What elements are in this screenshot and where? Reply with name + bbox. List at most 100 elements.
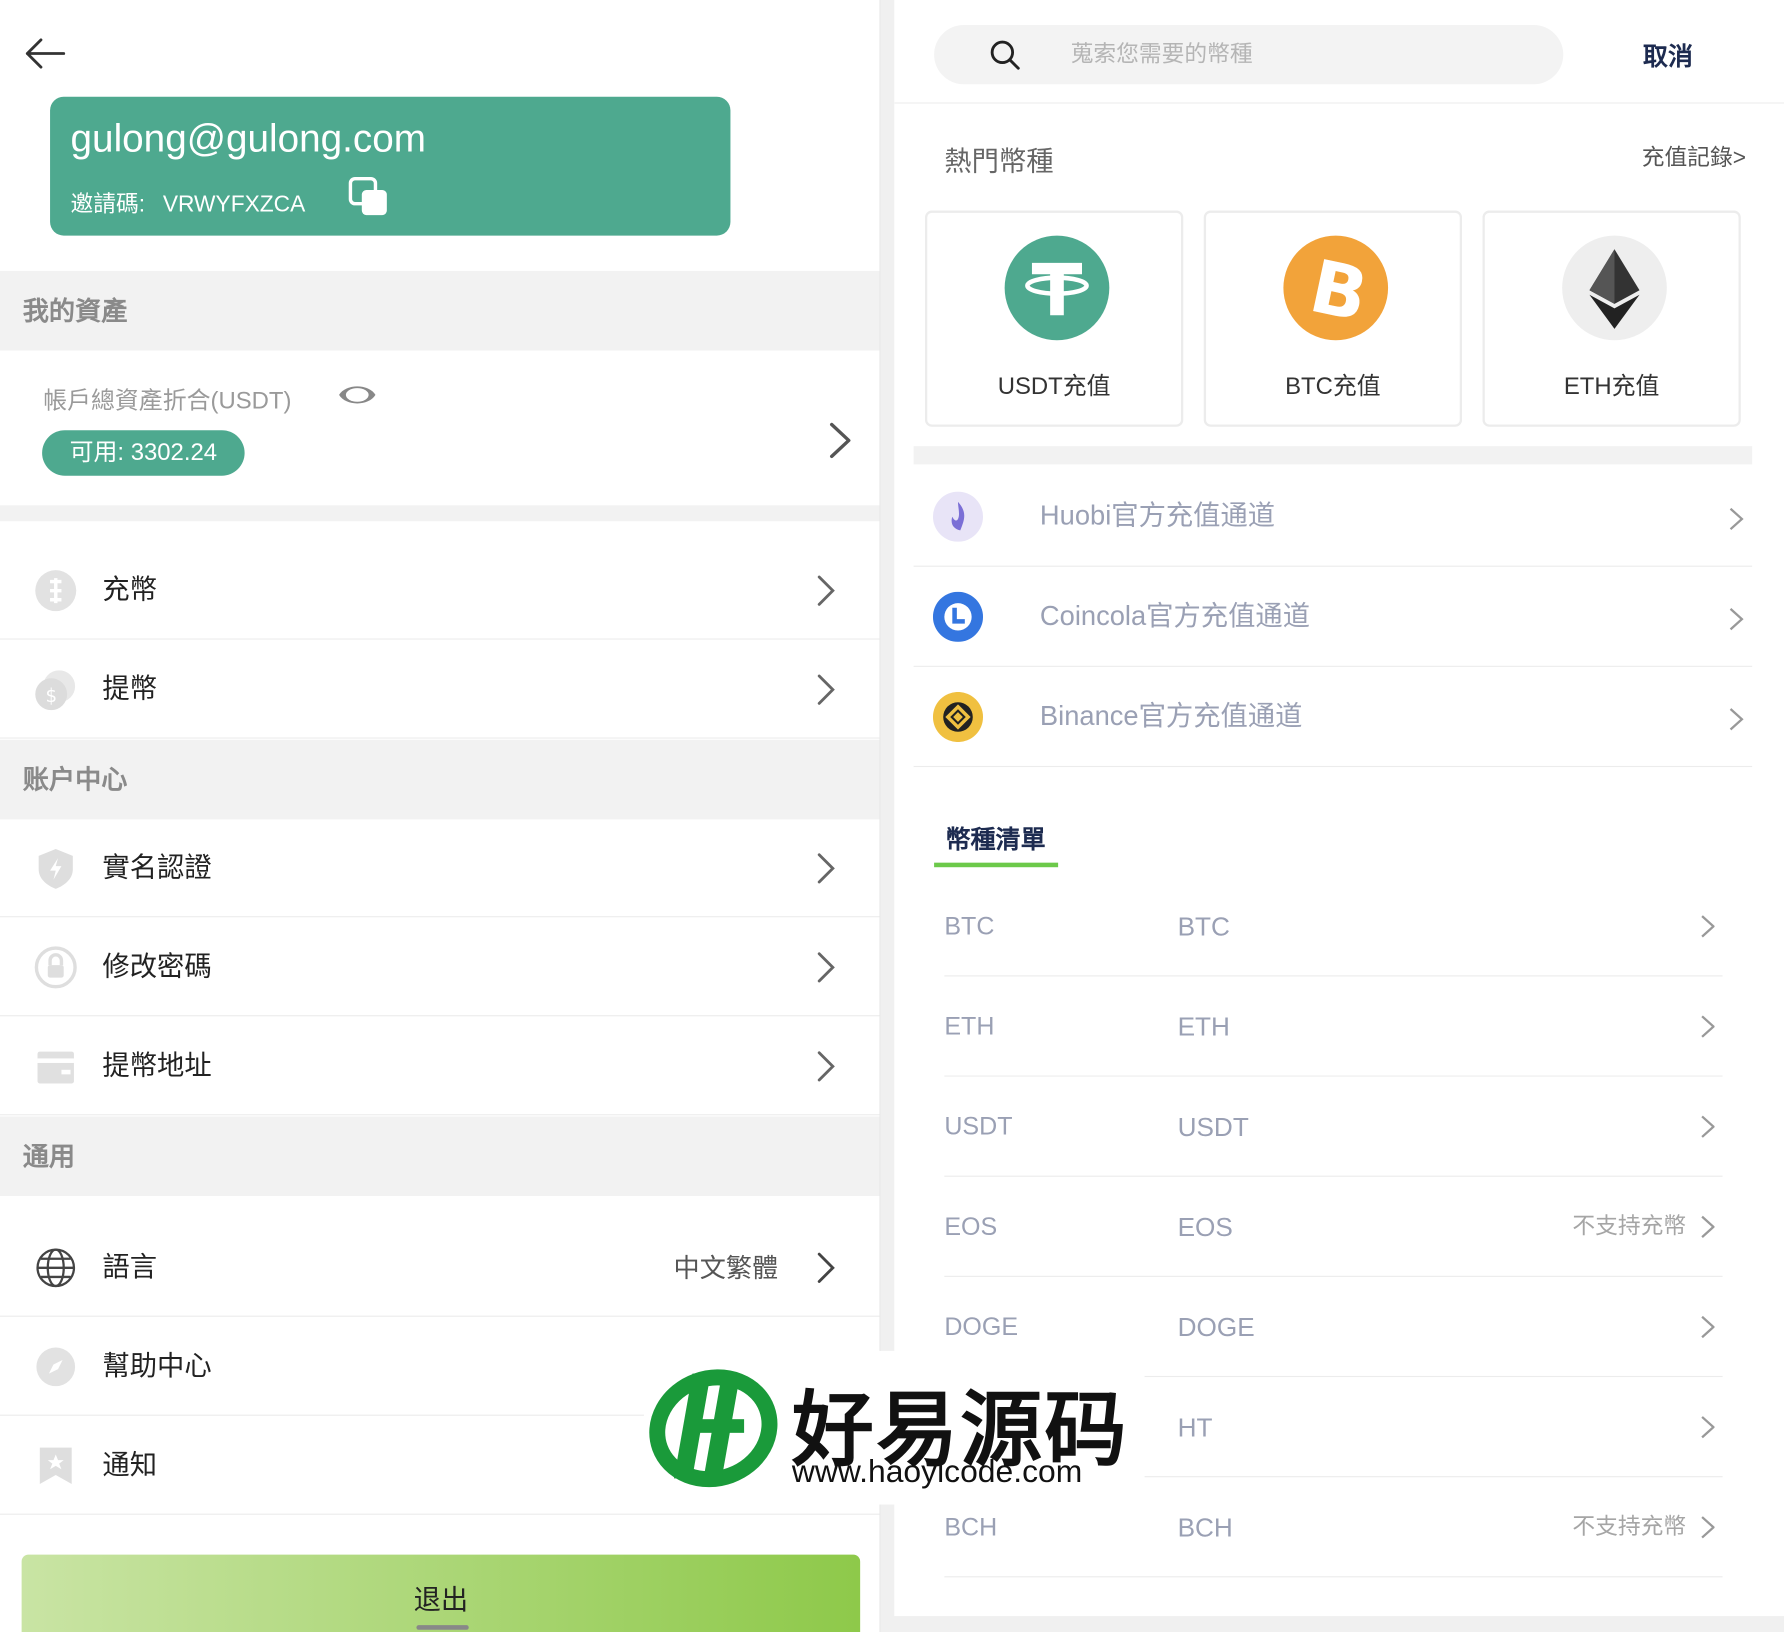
chevron-right-icon (1729, 708, 1744, 731)
screen: gulong@gulong.com 邀請碼: VRWYFXZCA 我的資產 帳戶… (0, 0, 1784, 1632)
bookmark-icon (39, 1447, 72, 1485)
chevron-right-icon (817, 1252, 835, 1283)
watermark-url: www.haoyicode.com (791, 1453, 1083, 1489)
menu-language-label: 語言 (102, 1251, 158, 1283)
chevron-right-icon (1729, 608, 1744, 631)
usdt-icon (1004, 235, 1110, 341)
logout-label: 退出 (413, 1585, 469, 1617)
coin-row[interactable]: BTC BTC (944, 876, 1723, 977)
chevron-right-icon (1701, 1115, 1715, 1138)
coincola-icon (932, 591, 984, 642)
chevron-right-icon (817, 674, 835, 705)
svg-text:$: $ (46, 686, 58, 707)
channel-coincola[interactable]: Coincola官方充值通道 (913, 567, 1753, 667)
channel-huobi-label: Huobi官方充值通道 (1039, 500, 1276, 532)
home-indicator (416, 1625, 469, 1630)
compass-icon (36, 1347, 76, 1387)
language-value: 中文繁體 (673, 1253, 779, 1283)
menu-change-password[interactable]: 修改密碼 (0, 918, 880, 1017)
coin-name: USDT (1177, 1111, 1249, 1142)
chevron-right-icon (817, 1051, 835, 1082)
section-my-assets: 我的資產 (0, 270, 880, 351)
card-icon (37, 1051, 74, 1084)
eye-icon[interactable] (337, 380, 378, 410)
menu-withdraw-label: 提幣 (102, 673, 158, 705)
usdt-deposit-label: USDT充值 (997, 373, 1111, 400)
coin-row[interactable]: EOS EOS 不支持充幣 (944, 1177, 1723, 1277)
btc-deposit-card[interactable]: B BTC充值 (1203, 210, 1463, 427)
assets-card[interactable]: 帳戶總資產折合(USDT) (0, 350, 880, 506)
menu-kyc-label: 實名認證 (102, 852, 212, 884)
ethereum-icon (1562, 235, 1667, 341)
watermark: 好易源码 www.haoyicode.com (643, 1350, 1145, 1505)
channel-huobi[interactable]: Huobi官方充值通道 (913, 467, 1753, 567)
coin-name: BCH (1177, 1512, 1233, 1543)
chevron-right-icon (1729, 507, 1744, 531)
menu-kyc[interactable]: 實名認證 (0, 819, 880, 918)
withdraw-coin-icon: $ (35, 670, 76, 711)
chevron-right-icon (1701, 915, 1715, 938)
invite-code: 邀請碼: VRWYFXZCA (71, 186, 306, 219)
coin-code: ETH (944, 1011, 995, 1041)
copy-icon[interactable] (348, 176, 389, 217)
coin-code: USDT (944, 1111, 1013, 1141)
invite-value: VRWYFXZCA (162, 192, 306, 218)
haoyicode-logo-icon (649, 1369, 778, 1488)
chevron-right-icon (1701, 1416, 1715, 1439)
coin-row[interactable]: USDT USDT (944, 1077, 1723, 1177)
chevron-right-icon (1701, 1315, 1715, 1339)
btc-deposit-label: BTC充值 (1285, 373, 1381, 400)
shield-icon (38, 849, 73, 889)
available-balance: 可用: 3302.24 (42, 430, 245, 476)
eth-deposit-card[interactable]: ETH充值 (1482, 210, 1741, 427)
section-general: 通用 (0, 1116, 880, 1197)
menu-withdraw-address-label: 提幣地址 (102, 1050, 212, 1082)
coin-list-tab[interactable]: 幣種清單 (945, 819, 1045, 855)
total-assets-label: 帳戶總資產折合(USDT) (43, 388, 292, 415)
menu-help-center-label: 幫助中心 (102, 1350, 212, 1382)
menu-withdraw[interactable]: $ 提幣 (0, 640, 880, 739)
logout-button[interactable]: 退出 (21, 1554, 861, 1632)
eth-deposit-label: ETH充值 (1563, 373, 1660, 400)
coin-row[interactable]: ETH ETH (944, 976, 1723, 1077)
cancel-button[interactable]: 取消 (1643, 36, 1693, 72)
chevron-right-icon (1701, 1215, 1715, 1238)
coin-icon (35, 570, 77, 612)
coin-name: DOGE (1177, 1312, 1255, 1342)
divider (894, 102, 1784, 104)
search-bar[interactable]: 蒐索您需要的幣種 (934, 25, 1564, 85)
chevron-right-icon (829, 422, 851, 459)
divider (0, 505, 880, 522)
menu-change-password-label: 修改密碼 (102, 951, 212, 983)
divider (913, 446, 1753, 465)
menu-notice-label: 通知 (102, 1449, 158, 1481)
menu-language[interactable]: 語言 中文繁體 (0, 1218, 880, 1317)
globe-icon (36, 1248, 76, 1288)
binance-icon (932, 691, 984, 743)
channel-coincola-label: Coincola官方充值通道 (1039, 600, 1311, 632)
section-account-center: 账户中心 (0, 739, 880, 820)
back-arrow-icon[interactable] (23, 34, 69, 73)
coin-name: EOS (1177, 1212, 1233, 1242)
active-tab-indicator (934, 862, 1059, 868)
channel-binance[interactable]: Binance官方充值通道 (913, 667, 1753, 768)
chevron-right-icon (817, 853, 835, 884)
huobi-icon (932, 491, 984, 542)
chevron-right-icon (817, 952, 835, 983)
hot-coins-title: 熱門幣種 (944, 146, 1054, 178)
menu-deposit[interactable]: 充幣 (0, 541, 880, 640)
search-input[interactable]: 蒐索您需要的幣種 (1071, 25, 1253, 84)
user-card: gulong@gulong.com 邀請碼: VRWYFXZCA (50, 96, 731, 236)
chevron-right-icon (1701, 1516, 1715, 1539)
coin-name: ETH (1177, 1011, 1230, 1042)
coin-code: EOS (944, 1212, 998, 1241)
lock-icon (34, 946, 77, 989)
channel-binance-label: Binance官方充值通道 (1039, 701, 1303, 732)
menu-deposit-label: 充幣 (102, 574, 158, 606)
invite-label: 邀請碼: (70, 192, 146, 218)
coin-name: HT (1177, 1412, 1213, 1442)
deposit-records-link[interactable]: 充值記錄> (1642, 139, 1746, 172)
menu-withdraw-address[interactable]: 提幣地址 (0, 1017, 880, 1116)
usdt-deposit-card[interactable]: USDT充值 (924, 210, 1184, 427)
coin-code: BTC (944, 911, 995, 941)
